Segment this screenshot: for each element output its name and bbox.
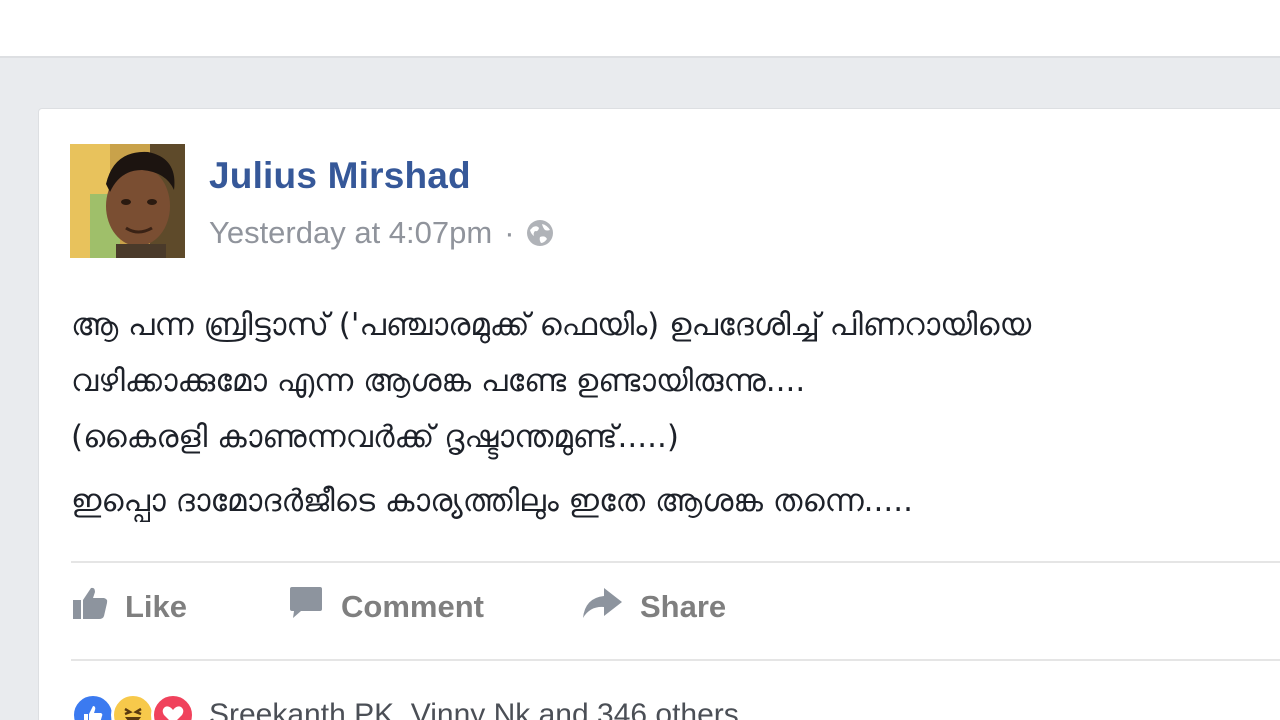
like-button[interactable]: Like	[71, 584, 187, 630]
divider	[71, 659, 1280, 661]
avatar-photo	[70, 144, 185, 258]
meta-separator: ·	[504, 215, 515, 250]
post-card: Julius Mirshad Yesterday at 4:07pm · ആ പ…	[38, 108, 1280, 720]
comment-icon	[287, 584, 325, 630]
love-reaction-icon	[151, 693, 195, 720]
share-label: Share	[639, 589, 727, 624]
avatar[interactable]	[70, 144, 185, 258]
post-text: ആ പന്ന ബ്രിട്ടാസ് ('പഞ്ചാരമുക്ക് ഫെയിം) …	[71, 297, 1280, 529]
haha-reaction-icon	[111, 693, 155, 720]
thumbs-up-icon	[71, 584, 109, 630]
author-name[interactable]: Julius Mirshad	[209, 155, 471, 197]
reactions-summary[interactable]: Sreekanth PK, Vinny Nk and 346 others	[71, 693, 739, 720]
share-arrow-icon	[580, 584, 624, 630]
action-bar: Like Comment Share	[71, 571, 726, 643]
divider	[71, 561, 1280, 563]
post-line: (കൈരളി കാണുന്നവർക്ക് ദൃഷ്ടാന്തമുണ്ട്....…	[71, 419, 679, 455]
globe-icon[interactable]	[525, 218, 555, 248]
reactions-text[interactable]: Sreekanth PK, Vinny Nk and 346 others	[209, 698, 739, 720]
post-line: ആ പന്ന ബ്രിട്ടാസ് ('പഞ്ചാരമുക്ക് ഫെയിം) …	[71, 307, 1032, 343]
comment-label: Comment	[341, 589, 484, 624]
post-line: വഴിക്കാക്കുമോ എന്ന ആശങ്ക പണ്ടേ ഉണ്ടായിരു…	[71, 363, 806, 399]
post-line: ഇപ്പൊ ദാമോദർജീടെ കാര്യത്തിലും ഇതേ ആശങ്ക …	[71, 483, 913, 519]
share-button[interactable]: Share	[580, 584, 726, 630]
top-bar	[0, 0, 1280, 58]
like-label: Like	[125, 589, 188, 624]
post-timestamp[interactable]: Yesterday at 4:07pm	[209, 215, 492, 251]
comment-button[interactable]: Comment	[287, 584, 484, 630]
post-meta: Yesterday at 4:07pm ·	[209, 213, 555, 253]
like-reaction-icon	[71, 693, 115, 720]
